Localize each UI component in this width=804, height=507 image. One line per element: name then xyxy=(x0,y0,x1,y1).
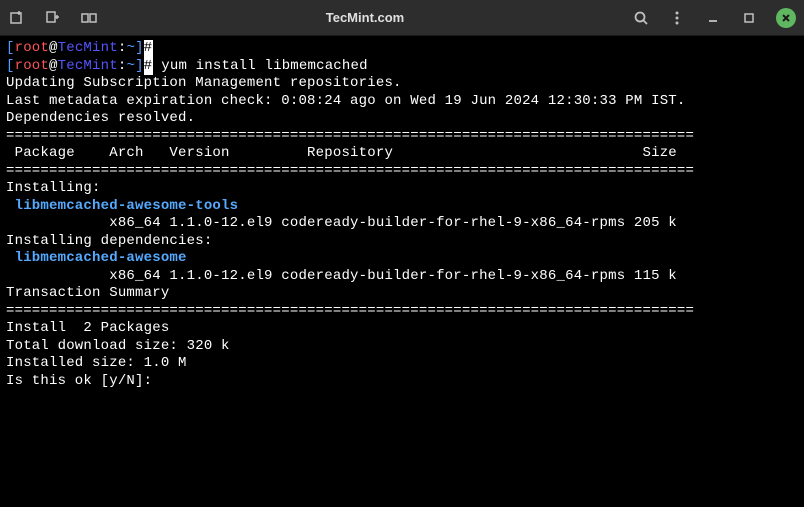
menu-icon[interactable] xyxy=(668,9,686,27)
output-rule: ========================================… xyxy=(6,303,798,321)
prompt-user: root xyxy=(15,58,49,74)
new-window-icon[interactable] xyxy=(44,9,62,27)
prompt-bracket: ] xyxy=(135,40,144,56)
installed-size: Installed size: 1.0 M xyxy=(6,355,798,373)
new-tab-icon[interactable] xyxy=(8,9,26,27)
prompt-at: @ xyxy=(49,58,58,74)
titlebar-left xyxy=(8,9,98,27)
titlebar-right xyxy=(632,8,796,28)
prompt-host: TecMint xyxy=(58,40,118,56)
table-header: Package Arch Version Repository Size xyxy=(6,145,798,163)
prompt-at: @ xyxy=(49,40,58,56)
output-line: Dependencies resolved. xyxy=(6,110,798,128)
transaction-summary: Transaction Summary xyxy=(6,285,798,303)
prompt-hash: # xyxy=(144,58,153,76)
prompt-path: ~ xyxy=(126,58,135,74)
prompt-bracket: [ xyxy=(6,40,15,56)
terminal-output[interactable]: [root@TecMint:~]#[root@TecMint:~]# yum i… xyxy=(0,36,804,507)
split-icon[interactable] xyxy=(80,9,98,27)
section-header: Installing: xyxy=(6,180,798,198)
maximize-button[interactable] xyxy=(740,9,758,27)
command-text: yum install libmemcached xyxy=(153,58,368,74)
output-line: Updating Subscription Management reposit… xyxy=(6,75,798,93)
section-header: Installing dependencies: xyxy=(6,233,798,251)
install-count: Install 2 Packages xyxy=(6,320,798,338)
output-rule: ========================================… xyxy=(6,163,798,181)
output-line: Last metadata expiration check: 0:08:24 … xyxy=(6,93,798,111)
search-icon[interactable] xyxy=(632,9,650,27)
prompt-bracket: ] xyxy=(135,58,144,74)
package-detail: x86_64 1.1.0-12.el9 codeready-builder-fo… xyxy=(6,268,798,286)
window-title: TecMint.com xyxy=(98,10,632,25)
close-button[interactable] xyxy=(776,8,796,28)
prompt-user: root xyxy=(15,40,49,56)
minimize-button[interactable] xyxy=(704,9,722,27)
confirm-prompt: Is this ok [y/N]: xyxy=(6,373,798,391)
cursor: # xyxy=(144,40,153,58)
download-size: Total download size: 320 k xyxy=(6,338,798,356)
output-rule: ========================================… xyxy=(6,128,798,146)
prompt-bracket: [ xyxy=(6,58,15,74)
prompt-host: TecMint xyxy=(58,58,118,74)
package-name: libmemcached-awesome xyxy=(6,250,798,268)
prompt-path: ~ xyxy=(126,40,135,56)
package-detail: x86_64 1.1.0-12.el9 codeready-builder-fo… xyxy=(6,215,798,233)
package-name: libmemcached-awesome-tools xyxy=(6,198,798,216)
titlebar: TecMint.com xyxy=(0,0,804,36)
